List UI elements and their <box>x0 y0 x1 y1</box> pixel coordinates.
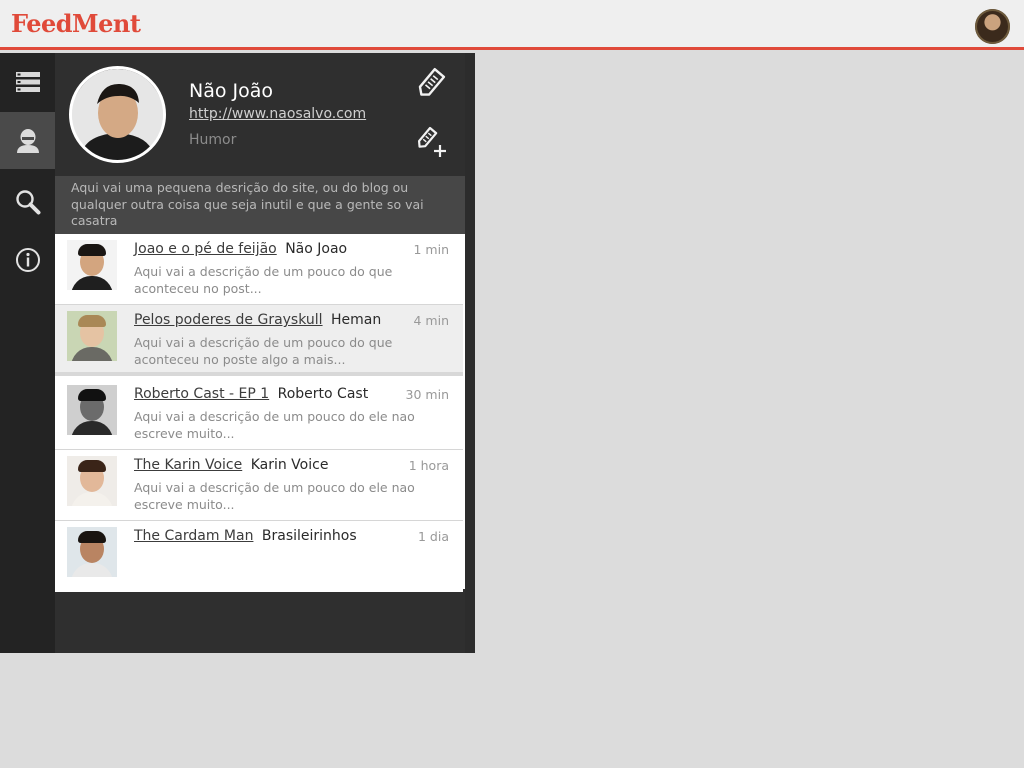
feed-item-summary: Aqui vai a descrição de um pouco do que … <box>134 264 393 296</box>
feed-item-time: 1 hora <box>408 458 449 473</box>
feed-thumbnail <box>67 240 117 290</box>
feed-thumbnail <box>67 385 117 435</box>
profile-icon <box>16 128 39 153</box>
user-avatar[interactable] <box>975 9 1010 44</box>
feed-item-title[interactable]: Pelos poderes de Grayskull <box>134 312 323 328</box>
feed-item[interactable]: The Cardam Man Brasileirinhos 1 dia <box>55 521 463 592</box>
rail-item-feeds[interactable] <box>0 53 55 110</box>
feed-item[interactable]: Joao e o pé de feijão Não Joao 1 min Aqu… <box>55 234 463 305</box>
feed-item-author: Brasileirinhos <box>261 528 357 544</box>
search-icon <box>15 189 40 214</box>
top-bar: FeedMent <box>0 0 1024 50</box>
profile-link[interactable]: http://www.naosalvo.com <box>189 106 366 122</box>
feed-list: Joao e o pé de feijão Não Joao 1 min Aqu… <box>55 234 465 592</box>
feed-item[interactable]: Pelos poderes de Grayskull Heman 4 min A… <box>55 305 463 376</box>
feed-item-time: 4 min <box>413 313 450 328</box>
profile-name: Não João <box>189 80 274 102</box>
rail-item-profile[interactable] <box>0 112 55 169</box>
feed-item-author: Roberto Cast <box>277 386 369 402</box>
feed-item[interactable]: Roberto Cast - EP 1 Roberto Cast 30 min … <box>55 379 463 450</box>
feed-item-summary: Aqui vai a descrição de um pouco do ele … <box>134 409 415 441</box>
feed-item-time: 30 min <box>405 387 449 402</box>
feed-item-author: Heman <box>331 312 382 328</box>
profile-category: Humor <box>189 132 237 148</box>
profile-description: Aqui vai uma pequena desrição do site, o… <box>55 176 465 234</box>
feed-item-time: 1 min <box>413 242 450 257</box>
info-icon <box>15 247 40 272</box>
feed-item-title[interactable]: The Cardam Man <box>134 528 253 544</box>
tag-icon[interactable] <box>414 66 448 100</box>
profile-header: Não João http://www.naosalvo.com Humor <box>55 53 465 176</box>
profile-panel: Não João http://www.naosalvo.com Humor A… <box>55 53 475 653</box>
feed-item-summary: Aqui vai a descrição de um pouco do que … <box>134 335 393 367</box>
rail-item-info[interactable] <box>0 231 55 288</box>
feed-item-author: Não Joao <box>285 241 348 257</box>
panel-scrollbar[interactable] <box>465 53 475 653</box>
feed-item-time: 1 dia <box>418 529 449 544</box>
feed-item-author: Karin Voice <box>250 457 329 473</box>
feed-thumbnail <box>67 311 117 361</box>
rail-item-search[interactable] <box>0 173 55 230</box>
feed-thumbnail <box>67 527 117 577</box>
feed-item-summary: Aqui vai a descrição de um pouco do ele … <box>134 480 415 512</box>
feed-item-title[interactable]: Roberto Cast - EP 1 <box>134 386 269 402</box>
profile-photo <box>69 66 166 163</box>
feed-item-title[interactable]: Joao e o pé de feijão <box>134 241 277 257</box>
feed-thumbnail <box>67 456 117 506</box>
feed-item-title[interactable]: The Karin Voice <box>134 457 242 473</box>
feeds-list-icon <box>15 71 40 92</box>
nav-rail <box>0 53 55 653</box>
add-tag-icon[interactable] <box>414 126 448 158</box>
app-logo[interactable]: FeedMent <box>11 9 141 38</box>
feed-item[interactable]: The Karin Voice Karin Voice 1 hora Aqui … <box>55 450 463 521</box>
